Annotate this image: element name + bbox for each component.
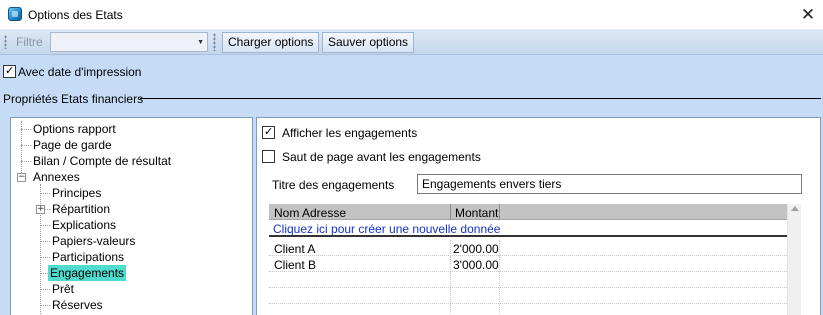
tree-item-papiers-valeurs[interactable]: Papiers-valeurs <box>52 234 135 248</box>
tree-connector <box>45 209 50 210</box>
group-divider <box>140 98 821 99</box>
title-field-label: Titre des engagements <box>272 178 395 192</box>
tree-item-repartition[interactable]: Répartition <box>52 202 110 216</box>
cell-separator <box>450 288 451 304</box>
print-date-checkbox[interactable] <box>3 64 16 78</box>
tree-connector <box>40 273 48 274</box>
tree-connector <box>40 289 50 290</box>
expand-icon[interactable]: + <box>36 205 45 214</box>
scroll-up-icon[interactable] <box>791 206 799 211</box>
group-title: Propriétés Etats financiers <box>3 92 144 106</box>
column-separator[interactable] <box>499 204 500 220</box>
commitments-title-input[interactable]: Engagements envers tiers <box>417 174 802 194</box>
show-commitments-checkbox[interactable] <box>262 125 275 139</box>
tree-item-options-rapport[interactable]: Options rapport <box>33 122 116 136</box>
cell-separator <box>450 240 451 256</box>
tree-connector <box>40 257 50 258</box>
tree-connector <box>40 305 50 306</box>
tree-item-principes[interactable]: Principes <box>52 186 101 200</box>
cell-separator <box>499 304 500 315</box>
tree-item-reserves[interactable]: Réserves <box>52 298 103 312</box>
cell-amount[interactable]: 3'000.00 <box>453 258 499 272</box>
page-break-checkbox[interactable] <box>262 150 275 163</box>
collapse-icon[interactable]: − <box>17 173 26 182</box>
cell-separator <box>499 272 500 288</box>
tree-connector <box>40 225 50 226</box>
tree-connector <box>21 145 31 146</box>
column-header-amount[interactable]: Montant <box>455 206 498 220</box>
print-date-label: Avec date d'impression <box>18 65 142 79</box>
filter-label: Filtre <box>16 35 43 49</box>
toolbar-separator <box>213 33 216 51</box>
table-row[interactable] <box>269 272 799 288</box>
cell-separator <box>450 272 451 288</box>
filter-dropdown[interactable]: ▼ <box>50 32 208 52</box>
cell-name[interactable]: Client A <box>274 242 315 256</box>
cell-separator <box>450 256 451 272</box>
toolbar-grip-icon[interactable] <box>4 35 7 49</box>
tree-connector <box>21 161 31 162</box>
cell-amount[interactable]: 2'000.00 <box>453 242 499 256</box>
engagements-panel: Afficher les engagements Saut de page av… <box>256 117 821 315</box>
new-row-prompt[interactable]: Cliquez ici pour créer une nouvelle donn… <box>269 220 799 237</box>
tree-item-bilan[interactable]: Bilan / Compte de résultat <box>33 154 171 168</box>
table-row[interactable]: Client B 3'000.00 <box>269 256 799 272</box>
table-row[interactable]: Client A 2'000.00 <box>269 240 799 256</box>
window-title: Options des Etats <box>28 8 123 22</box>
table-row[interactable] <box>269 288 799 304</box>
tree-item-annexes[interactable]: Annexes <box>33 170 80 184</box>
cell-name[interactable]: Client B <box>274 258 316 272</box>
tree-connector <box>40 193 50 194</box>
grid-header: Nom Adresse Montant <box>269 204 799 220</box>
tree-item-participations[interactable]: Participations <box>52 250 124 264</box>
load-options-button[interactable]: Charger options <box>222 32 320 53</box>
report-tree[interactable]: Options rapport Page de garde Bilan / Co… <box>10 117 253 315</box>
cell-separator <box>499 256 500 272</box>
cell-separator <box>499 240 500 256</box>
page-break-label: Saut de page avant les engagements <box>282 150 481 164</box>
tree-item-page-de-garde[interactable]: Page de garde <box>33 138 112 152</box>
toolbar: Filtre ▼ Charger options Sauver options <box>0 29 823 55</box>
chevron-down-icon[interactable]: ▼ <box>197 39 204 46</box>
grid-scrollbar[interactable] <box>787 204 801 315</box>
cell-separator <box>499 288 500 304</box>
column-header-name[interactable]: Nom Adresse <box>274 206 346 220</box>
column-separator[interactable] <box>450 204 451 220</box>
tree-item-pret[interactable]: Prêt <box>52 282 74 296</box>
tree-item-explications[interactable]: Explications <box>52 218 116 232</box>
save-options-button[interactable]: Sauver options <box>322 32 415 53</box>
title-bar: Options des Etats ✕ <box>0 0 823 29</box>
commitments-grid[interactable]: Nom Adresse Montant Cliquez ici pour cré… <box>269 202 801 315</box>
tree-item-engagements[interactable]: Engagements <box>48 265 127 281</box>
cell-separator <box>450 304 451 315</box>
show-commitments-label: Afficher les engagements <box>282 126 418 140</box>
app-icon <box>8 7 22 21</box>
tree-connector <box>40 241 50 242</box>
close-button[interactable]: ✕ <box>793 0 823 29</box>
tree-connector <box>21 129 31 130</box>
table-row[interactable] <box>269 304 799 315</box>
